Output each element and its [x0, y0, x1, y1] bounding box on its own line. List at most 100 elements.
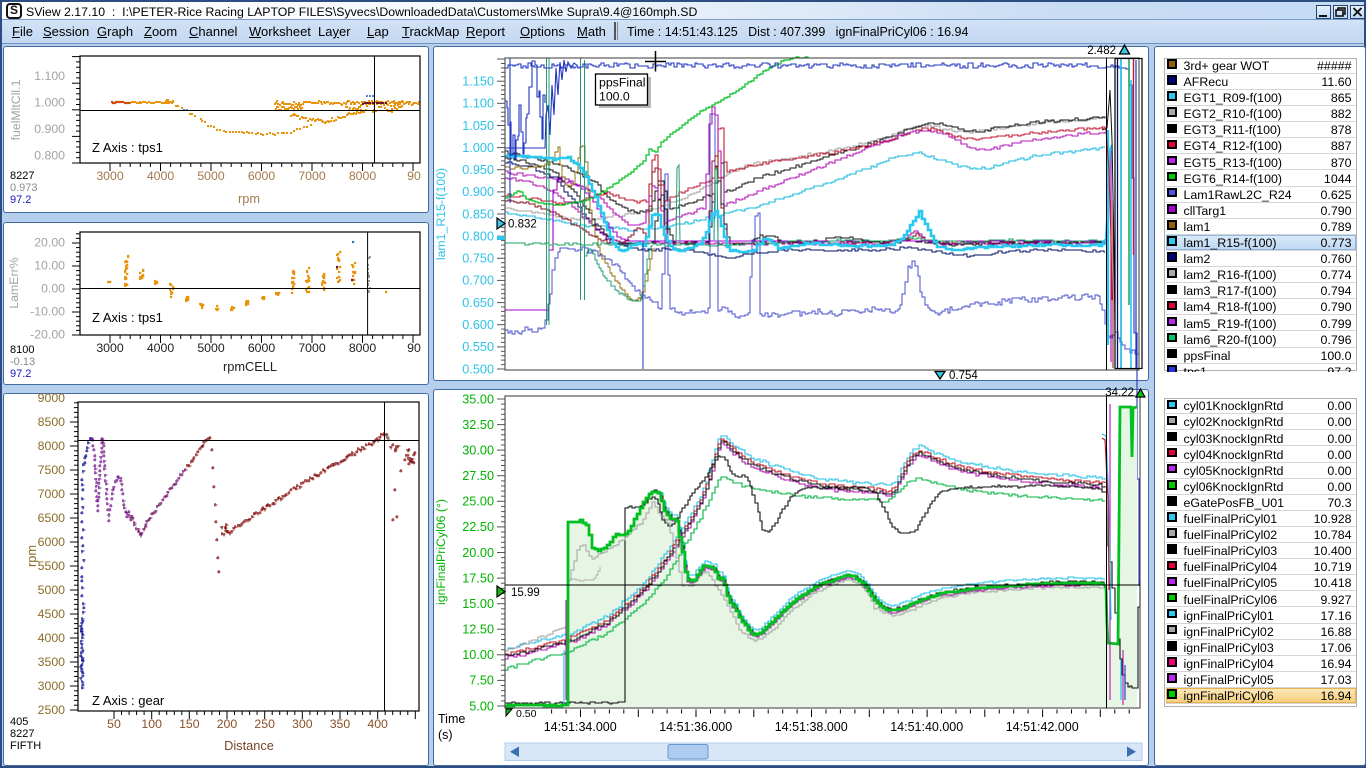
svg-text:4000: 4000 [38, 631, 66, 645]
svg-text:150: 150 [179, 717, 200, 731]
svg-text:3000: 3000 [96, 169, 124, 183]
svg-text:0.750: 0.750 [462, 252, 494, 266]
svg-text:97.2: 97.2 [10, 194, 31, 206]
svg-text:1.000: 1.000 [34, 96, 65, 110]
svg-text:rpm: rpm [24, 545, 39, 567]
svg-text:1.100: 1.100 [462, 97, 494, 111]
svg-text:1.050: 1.050 [462, 119, 494, 133]
svg-text:90: 90 [407, 169, 421, 183]
svg-text:FIFTH: FIFTH [10, 740, 41, 752]
svg-text:7000: 7000 [38, 487, 66, 501]
svg-text:5000: 5000 [38, 583, 66, 597]
svg-text:0.900: 0.900 [462, 185, 494, 199]
svg-text:0.650: 0.650 [462, 296, 494, 310]
svg-text:14:51:38.000: 14:51:38.000 [775, 720, 848, 734]
svg-text:0.950: 0.950 [462, 163, 494, 177]
svg-text:0.832: 0.832 [508, 219, 537, 231]
svg-text:8000: 8000 [38, 439, 66, 453]
svg-text:4000: 4000 [147, 341, 175, 355]
svg-text:0.800: 0.800 [34, 149, 65, 163]
svg-text:100: 100 [141, 717, 162, 731]
svg-text:3500: 3500 [38, 655, 66, 669]
svg-text:350: 350 [330, 717, 351, 731]
svg-text:rpmCELL: rpmCELL [223, 359, 277, 374]
svg-text:0.700: 0.700 [462, 274, 494, 288]
svg-text:Z Axis : gear: Z Axis : gear [92, 693, 165, 708]
svg-text:8000: 8000 [349, 169, 377, 183]
svg-text:7000: 7000 [298, 169, 326, 183]
svg-text:405: 405 [10, 716, 28, 728]
svg-text:0.754: 0.754 [949, 370, 978, 382]
svg-text:5000: 5000 [197, 341, 225, 355]
svg-text:50: 50 [107, 717, 121, 731]
svg-text:14:51:36.000: 14:51:36.000 [659, 720, 732, 734]
svg-text:0.800: 0.800 [462, 229, 494, 243]
svg-text:14:51:42.000: 14:51:42.000 [1006, 720, 1079, 734]
svg-text:14:51:34.000: 14:51:34.000 [544, 720, 617, 734]
svg-text:Time: Time [438, 712, 465, 726]
svg-text:-0.13: -0.13 [10, 356, 35, 368]
svg-text:4500: 4500 [38, 607, 66, 621]
svg-text:2500: 2500 [38, 703, 66, 717]
svg-text:1.150: 1.150 [462, 74, 494, 88]
svg-text:8227: 8227 [10, 728, 34, 740]
svg-text:15.00: 15.00 [462, 597, 494, 611]
svg-text:6000: 6000 [248, 169, 276, 183]
svg-text:30.00: 30.00 [462, 443, 494, 457]
svg-text:0.500: 0.500 [462, 362, 494, 376]
svg-text:8000: 8000 [349, 341, 377, 355]
svg-text:20.00: 20.00 [462, 546, 494, 560]
svg-text:27.50: 27.50 [462, 469, 494, 483]
svg-text:3000: 3000 [96, 341, 124, 355]
svg-text:15.99: 15.99 [511, 587, 540, 599]
svg-text:250: 250 [254, 717, 275, 731]
svg-text:17.50: 17.50 [462, 571, 494, 585]
svg-text:0.50: 0.50 [516, 708, 537, 720]
svg-text:6000: 6000 [248, 341, 276, 355]
svg-text:5500: 5500 [38, 559, 66, 573]
svg-text:-10.00: -10.00 [30, 305, 65, 319]
svg-text:rpm: rpm [238, 191, 260, 206]
svg-text:32.50: 32.50 [462, 418, 494, 432]
svg-text:10.00: 10.00 [34, 259, 65, 273]
svg-text:ignFinalPriCyl06 (°): ignFinalPriCyl06 (°) [434, 499, 448, 605]
svg-text:0.00: 0.00 [41, 282, 65, 296]
svg-text:0.600: 0.600 [462, 318, 494, 332]
svg-text:0.550: 0.550 [462, 340, 494, 354]
svg-text:7500: 7500 [38, 463, 66, 477]
svg-text:97.2: 97.2 [10, 368, 31, 380]
svg-text:-20.00: -20.00 [30, 328, 65, 342]
svg-text:10.00: 10.00 [462, 648, 494, 662]
svg-text:Z Axis : tps1: Z Axis : tps1 [92, 140, 163, 155]
svg-text:400: 400 [367, 717, 388, 731]
svg-text:0.900: 0.900 [34, 122, 65, 136]
svg-text:Z Axis : tps1: Z Axis : tps1 [92, 310, 163, 325]
svg-text:35.00: 35.00 [462, 392, 494, 406]
svg-text:34.22: 34.22 [1105, 387, 1134, 399]
svg-text:(s): (s) [438, 728, 453, 742]
svg-text:8100: 8100 [10, 344, 34, 356]
svg-text:5.00: 5.00 [469, 699, 494, 713]
svg-text:1.000: 1.000 [462, 141, 494, 155]
svg-text:90: 90 [407, 341, 421, 355]
svg-text:8500: 8500 [38, 415, 66, 429]
svg-text:5000: 5000 [197, 169, 225, 183]
svg-text:7000: 7000 [298, 341, 326, 355]
svg-text:2.482: 2.482 [1087, 45, 1116, 57]
svg-text:6000: 6000 [38, 535, 66, 549]
svg-text:300: 300 [292, 717, 313, 731]
svg-text:12.50: 12.50 [462, 623, 494, 637]
svg-text:25.00: 25.00 [462, 495, 494, 509]
svg-text:Distance: Distance [224, 738, 274, 753]
svg-text:200: 200 [217, 717, 238, 731]
svg-text:20.00: 20.00 [34, 236, 65, 250]
svg-text:14:51:40.000: 14:51:40.000 [890, 720, 963, 734]
svg-text:22.50: 22.50 [462, 520, 494, 534]
svg-text:0.850: 0.850 [462, 207, 494, 221]
svg-text:100.0: 100.0 [599, 90, 630, 104]
svg-text:9000: 9000 [38, 391, 66, 405]
svg-text:1.100: 1.100 [34, 69, 65, 83]
svg-text:0.973: 0.973 [10, 182, 38, 194]
svg-text:LamErr%: LamErr% [7, 257, 21, 308]
svg-text:fuelMltCll.1: fuelMltCll.1 [9, 79, 23, 140]
